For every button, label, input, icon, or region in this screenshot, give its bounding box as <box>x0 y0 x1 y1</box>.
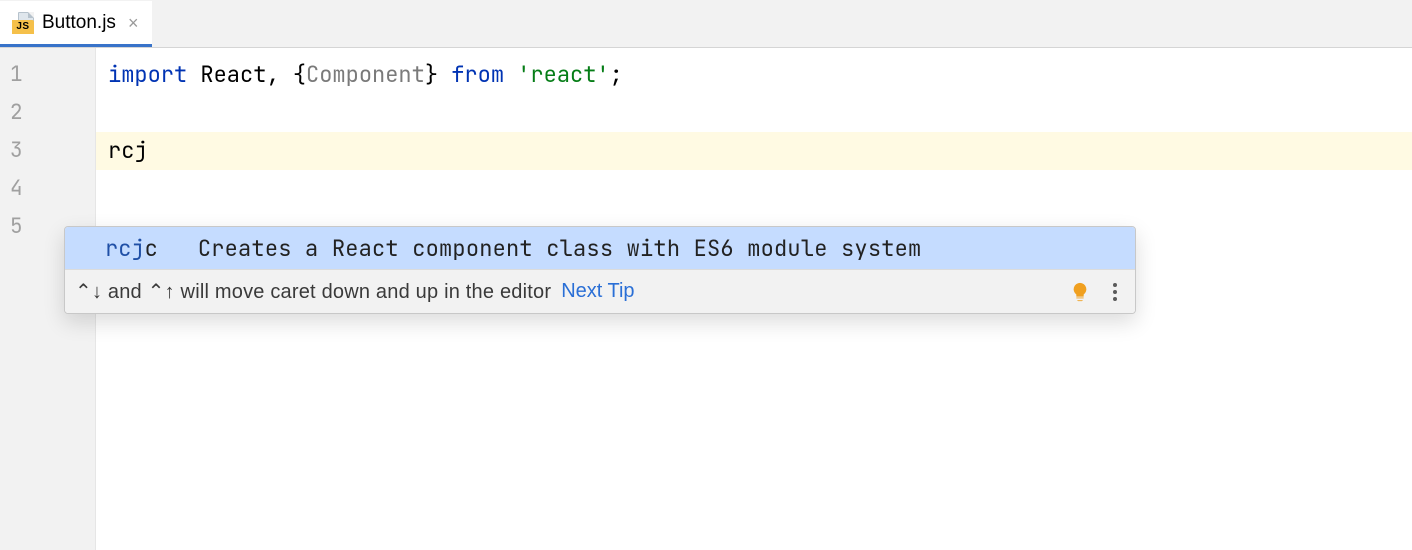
file-tab-button-js[interactable]: JS Button.js × <box>0 1 152 47</box>
code-line <box>96 170 1412 208</box>
editor-area: 1 2 3 4 5 import React, {Component} from… <box>0 48 1412 550</box>
line-number: 1 <box>0 56 95 94</box>
lightbulb-icon[interactable] <box>1069 281 1091 303</box>
code-line <box>96 94 1412 132</box>
line-number: 2 <box>0 94 95 132</box>
line-number: 4 <box>0 170 95 208</box>
tab-filename: Button.js <box>42 12 116 34</box>
completion-item-name: rcjc <box>105 234 158 263</box>
completion-popup: rcjc Creates a React component class wit… <box>64 226 1136 314</box>
js-file-icon: JS <box>12 12 34 34</box>
completion-item-rcjc[interactable]: rcjc Creates a React component class wit… <box>65 227 1135 269</box>
line-number: 3 <box>0 132 95 170</box>
more-options-icon[interactable] <box>1109 279 1121 305</box>
close-icon[interactable]: × <box>128 14 139 32</box>
tabs-bar: JS Button.js × <box>0 0 1412 48</box>
keyboard-hint: ⌃↓ and ⌃↑ will move caret down and up in… <box>75 279 551 304</box>
next-tip-link[interactable]: Next Tip <box>561 280 634 303</box>
completion-item-description: Creates a React component class with ES6… <box>198 234 922 263</box>
code-line: import React, {Component} from 'react'; <box>96 56 1412 94</box>
code-line-current: rcj <box>96 132 1412 170</box>
completion-footer: ⌃↓ and ⌃↑ will move caret down and up in… <box>65 269 1135 313</box>
